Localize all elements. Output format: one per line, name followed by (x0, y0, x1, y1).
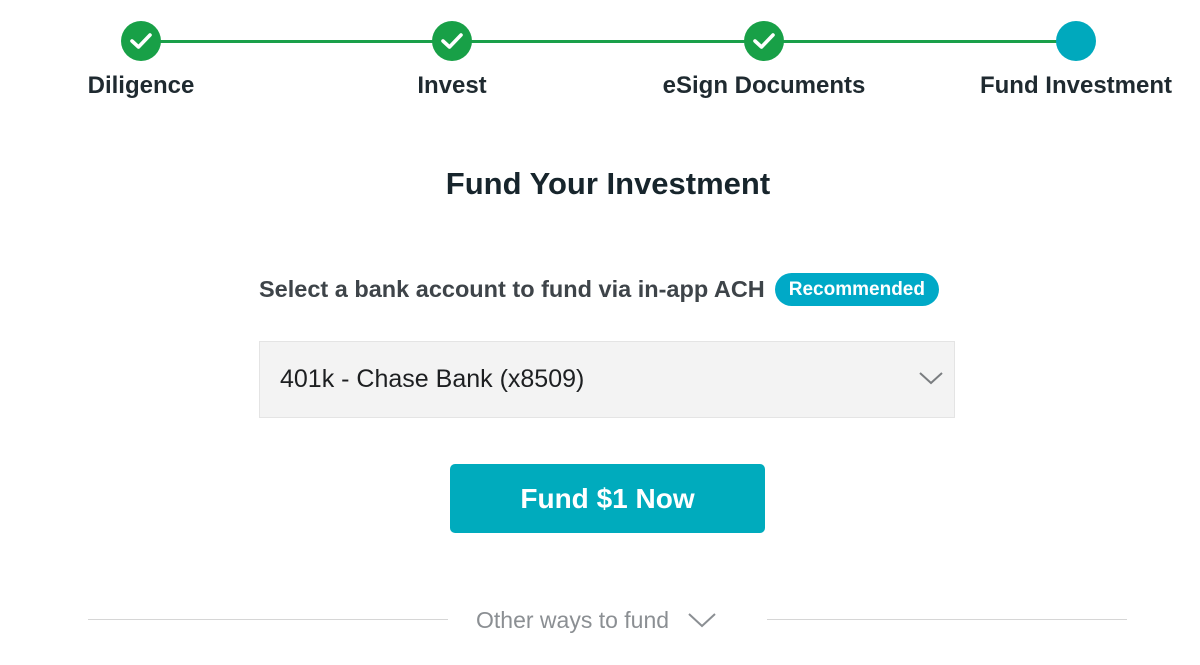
recommended-badge: Recommended (774, 272, 939, 306)
step-label: Fund Investment (979, 72, 1172, 99)
bank-account-value: 401k - Chase Bank (x8509) (280, 365, 585, 393)
fund-now-button[interactable]: Fund $1 Now (450, 464, 765, 533)
step-connector (141, 40, 452, 43)
check-icon (432, 21, 472, 61)
step-label: eSign Documents (662, 72, 866, 99)
bank-account-prompt: Select a bank account to fund via in-app… (259, 271, 939, 307)
page-title: Fund Your Investment (445, 166, 771, 201)
other-ways-label: Other ways to fund (476, 606, 670, 633)
bank-account-select[interactable]: 401k - Chase Bank (x8509) (259, 341, 955, 418)
step-label: Diligence (87, 72, 195, 99)
check-icon (744, 21, 784, 61)
divider (88, 619, 448, 620)
other-ways-to-fund-toggle[interactable]: Other ways to fund (476, 604, 717, 636)
step-connector (764, 40, 1076, 43)
check-icon (121, 21, 161, 61)
progress-stepper: Diligence Invest eSign Documents Fund In… (0, 0, 1200, 110)
current-step-indicator (1056, 21, 1096, 61)
step-connector (452, 40, 764, 43)
select-label: Select a bank account to fund via in-app… (259, 275, 765, 302)
step-label: Invest (417, 72, 487, 99)
chevron-down-icon (688, 613, 716, 628)
chevron-down-icon (919, 372, 943, 385)
divider (767, 619, 1127, 620)
